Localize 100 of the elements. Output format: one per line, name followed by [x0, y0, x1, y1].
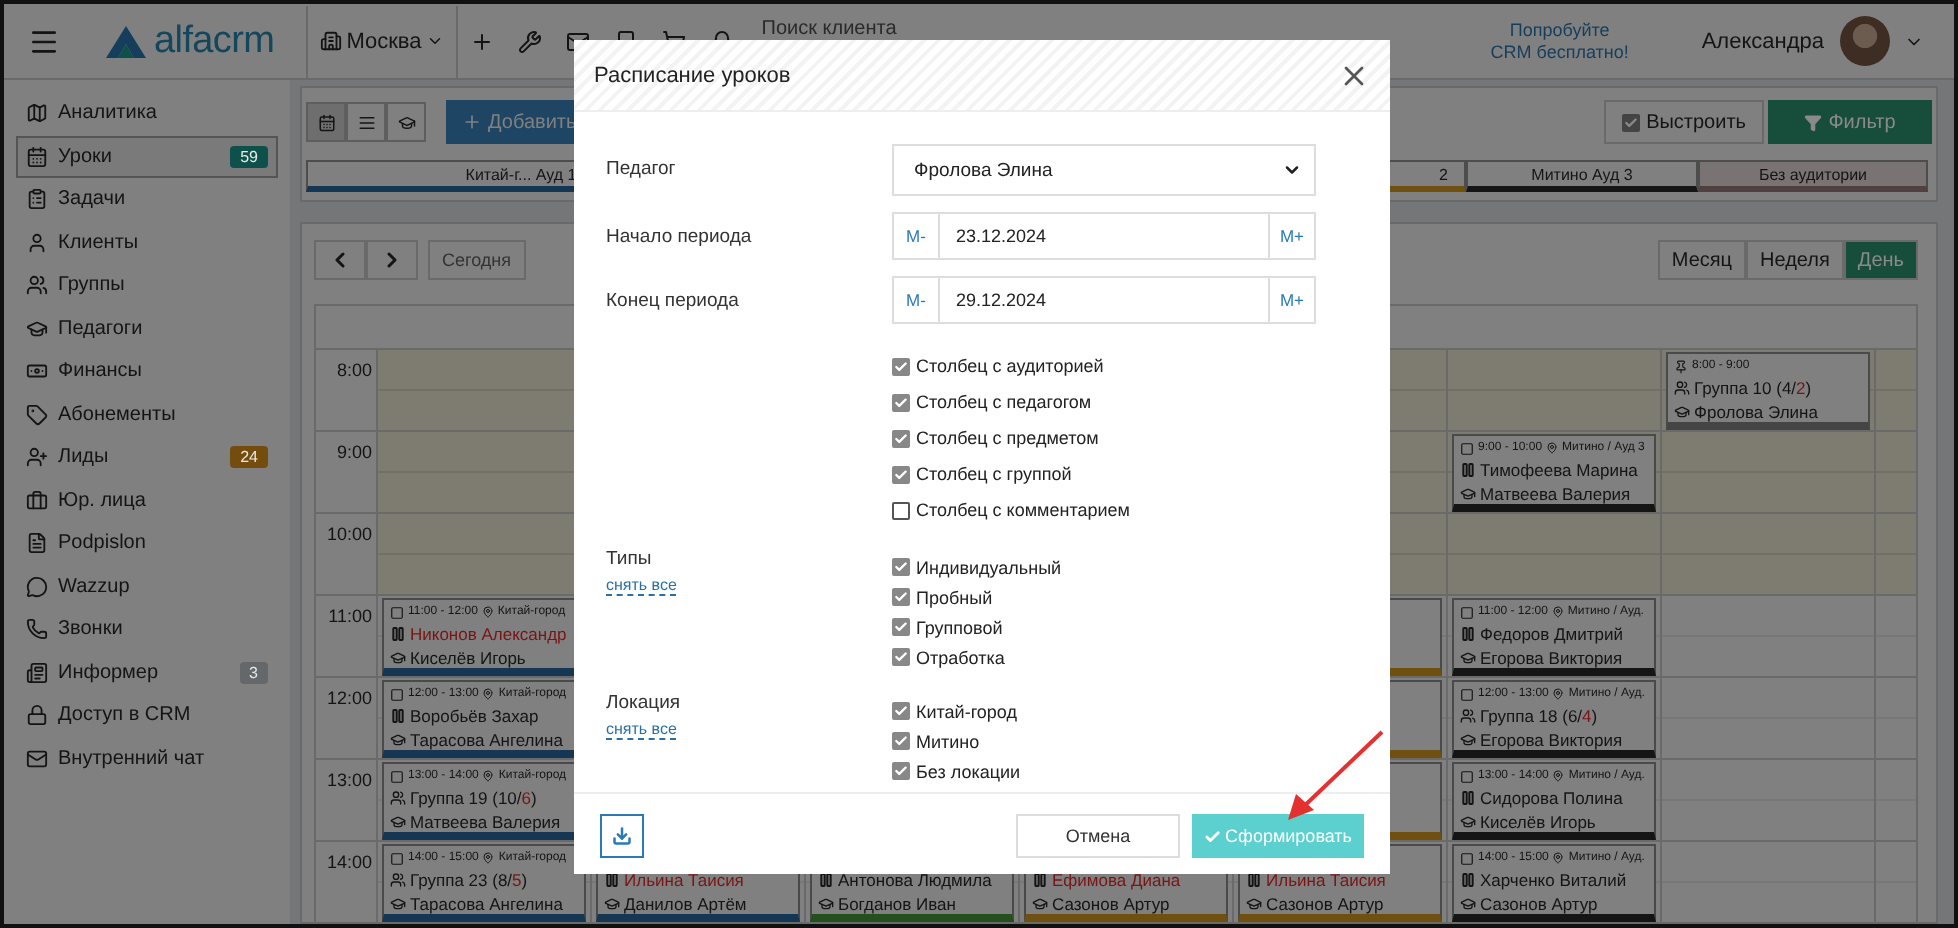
date-field[interactable]: 29.12.2024 — [940, 278, 1268, 322]
student-name: Тимофеева Марина — [1480, 460, 1638, 481]
caret-icon — [425, 32, 444, 50]
promo-link[interactable]: Попробуйте CRM бесплатно! — [1489, 19, 1630, 63]
checkbox-label: Столбец с комментарием — [916, 500, 1130, 520]
date-field[interactable]: 23.12.2024 — [940, 214, 1268, 258]
calendar-icon — [26, 145, 48, 168]
teacher-select[interactable]: Фролова Элина — [892, 144, 1316, 196]
envelope-icon — [26, 747, 48, 770]
checkbox[interactable] — [892, 558, 910, 576]
checkbox[interactable] — [892, 357, 910, 375]
cancel-button[interactable]: Отмена — [1016, 814, 1180, 858]
student-name: Группа 23 (8/5) — [410, 870, 528, 891]
room-tab[interactable]: Митино Ауд 3 — [1466, 160, 1698, 192]
sidebar-item[interactable]: Уроки 59 — [16, 135, 278, 178]
graduation-cap-icon — [26, 317, 48, 340]
next-button[interactable] — [366, 240, 418, 280]
clipboard-icon — [26, 188, 48, 211]
sidebar-item[interactable]: Юр. лица — [16, 479, 278, 522]
sidebar-item[interactable]: Wazzup — [16, 565, 278, 608]
month-plus-button[interactable]: М+ — [1268, 212, 1316, 260]
sidebar-item[interactable]: Звонки — [16, 608, 278, 651]
clear-all-link[interactable]: снять все — [606, 720, 677, 740]
clear-all-link[interactable]: снять все — [606, 576, 677, 596]
sidebar-item[interactable]: Лиды 24 — [16, 436, 278, 479]
arrange-toggle[interactable]: Выстроить — [1604, 100, 1764, 144]
sidebar-item[interactable]: Группы — [16, 264, 278, 307]
checkbox[interactable] — [892, 618, 910, 636]
checkbox-label: Китай-город — [916, 701, 1017, 721]
sidebar-item[interactable]: Клиенты — [16, 221, 278, 264]
filter-button[interactable]: Фильтр — [1768, 100, 1932, 144]
field-label: Конец периода — [606, 288, 741, 316]
document-icon — [26, 532, 48, 555]
avatar[interactable] — [1840, 16, 1890, 66]
room-tab[interactable]: Без аудитории — [1698, 160, 1928, 192]
view-tab[interactable]: День — [1843, 240, 1918, 280]
checkbox-label: Столбец с группой — [916, 464, 1072, 484]
checkbox[interactable] — [892, 762, 910, 780]
sidebar-item[interactable]: Финансы — [16, 350, 278, 393]
sidebar-item[interactable]: Доступ в CRM — [16, 694, 278, 737]
checkbox[interactable] — [892, 465, 910, 483]
checkbox[interactable] — [892, 588, 910, 606]
checkbox[interactable] — [892, 501, 910, 519]
teacher-name: Матвеева Валерия — [410, 811, 561, 832]
checkbox[interactable] — [892, 732, 910, 750]
hour-label: 9:00 — [336, 442, 372, 462]
caret-icon — [1282, 160, 1302, 180]
sidebar-item[interactable]: Аналитика — [16, 92, 278, 135]
checkbox[interactable] — [892, 648, 910, 666]
graduation-cap-icon — [1032, 895, 1048, 912]
sidebar-item[interactable]: Абонементы — [16, 393, 278, 436]
checkbox-label: Пробный — [916, 587, 993, 607]
view-button[interactable] — [386, 102, 426, 142]
view-button[interactable] — [306, 102, 346, 142]
student-name: Группа 19 (10/6) — [410, 788, 537, 809]
student-name: Сидорова Полина — [1480, 788, 1623, 809]
month-minus-button[interactable]: М- — [892, 276, 940, 324]
search-field[interactable]: Поиск клиента — [761, 16, 1162, 40]
field-label: Начало периода — [606, 224, 754, 252]
plus-icon[interactable] — [469, 29, 494, 53]
sidebar-item[interactable]: Внутренний чат — [16, 737, 278, 780]
plus-icon — [462, 112, 482, 132]
view-button[interactable] — [346, 102, 386, 142]
view-tab[interactable]: Неделя — [1746, 240, 1844, 280]
sidebar-item[interactable]: Podpislon — [16, 522, 278, 565]
view-tab[interactable]: Месяц — [1657, 240, 1747, 280]
teacher-name: Данилов Артём — [624, 893, 747, 914]
sidebar-item[interactable]: Задачи — [16, 178, 278, 221]
wrench-icon[interactable] — [517, 29, 542, 53]
hour-label: 14:00 — [326, 852, 372, 872]
location-pin-icon — [481, 606, 494, 619]
checkbox-label: Индивидуальный — [916, 557, 1062, 577]
today-button[interactable]: Сегодня — [428, 240, 525, 280]
banknote-icon — [26, 360, 48, 383]
download-button[interactable] — [600, 814, 644, 858]
count-badge: 3 — [239, 661, 268, 684]
teacher-name: Егорова Виктория — [1480, 729, 1623, 750]
graduation-cap-icon — [1460, 813, 1476, 830]
person-plus-icon — [26, 446, 48, 469]
checkbox-label: Групповой — [916, 617, 1003, 637]
user-name[interactable]: Александра — [1701, 29, 1824, 53]
previous-button[interactable] — [314, 240, 366, 280]
checkbox[interactable] — [892, 702, 910, 720]
checkbox[interactable] — [892, 393, 910, 411]
check-icon — [1204, 827, 1222, 845]
graduation-cap-icon — [1460, 649, 1476, 666]
hour-label: 11:00 — [328, 606, 372, 626]
hour-label: 10:00 — [326, 524, 372, 544]
city-selector[interactable]: Москва — [306, 5, 458, 77]
sidebar-item[interactable]: Информер 3 — [16, 651, 278, 694]
month-plus-button[interactable]: М+ — [1268, 276, 1316, 324]
teacher-name: Тарасова Ангелина — [410, 893, 563, 914]
graduation-cap-icon — [397, 113, 415, 131]
menu-icon[interactable] — [28, 25, 60, 57]
graduation-cap-icon — [604, 895, 620, 912]
location-pin-icon — [1552, 688, 1565, 701]
checkbox[interactable] — [1622, 113, 1641, 131]
month-minus-button[interactable]: М- — [892, 212, 940, 260]
checkbox[interactable] — [892, 429, 910, 447]
sidebar-item[interactable]: Педагоги — [16, 307, 278, 350]
